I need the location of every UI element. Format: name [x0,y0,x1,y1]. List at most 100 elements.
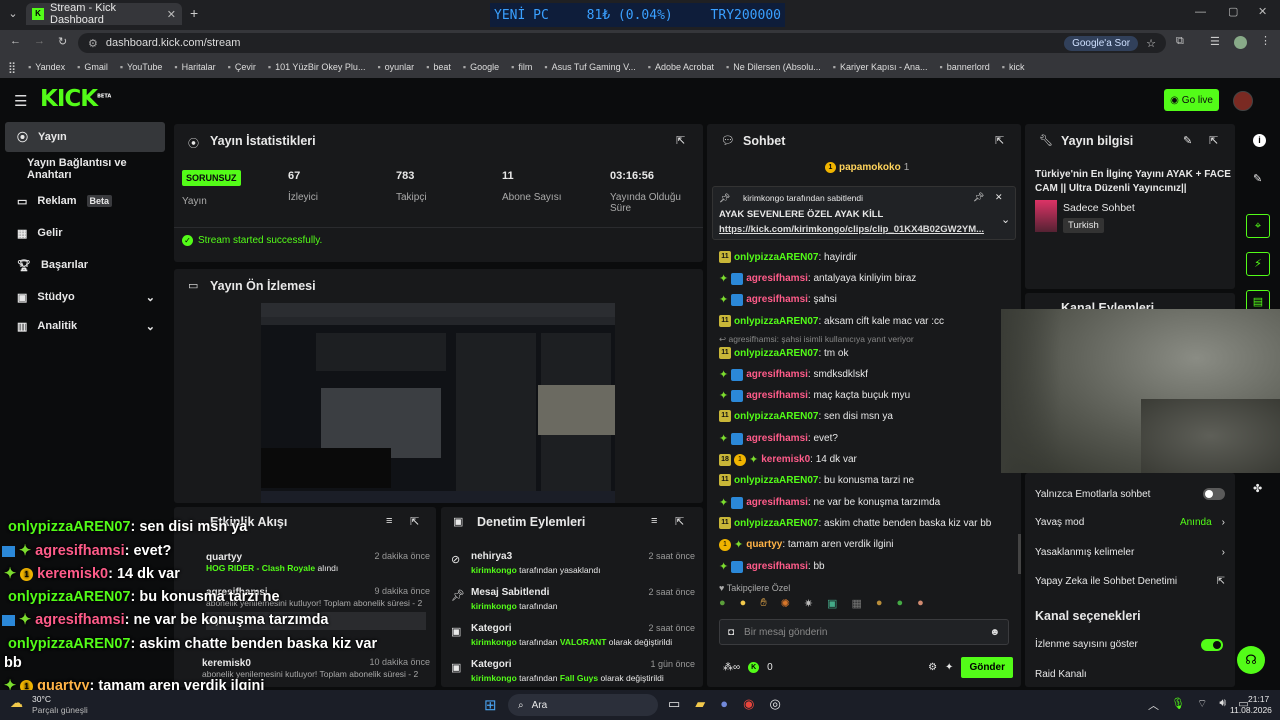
stream-preview-video[interactable] [261,303,615,503]
reload-icon[interactable]: ↻ [58,35,67,48]
chat-message[interactable]: ✦ agresifhamsi: ne var be konuşma tarzımd… [719,496,940,509]
bookmark-item[interactable]: ▪ beat [426,62,451,72]
sidebar-item-analitik[interactable]: ▥ Analitik ⌄ [5,314,165,332]
chat-message[interactable]: ✦ agresifhamsi: smdksdklskf [719,368,868,381]
bookmark-item[interactable]: ▪ Kariyer Kapısı - Ana... [833,62,928,72]
browser-menu-icon[interactable]: ⋮ [1260,34,1271,47]
popout-icon[interactable]: ⇱ [410,515,419,528]
popout-icon[interactable]: ⇱ [1209,134,1218,147]
emote-gif-icon[interactable]: ▣ [827,597,837,610]
filter-icon[interactable]: ≡ [386,515,392,527]
tab-search-icon[interactable]: ⌄ [6,7,20,20]
chat-username[interactable]: onlypizzaAREN07 [734,316,818,327]
go-live-button[interactable]: ◉ Go live [1164,89,1219,111]
tray-chevron-icon[interactable]: ︿ [1148,697,1159,713]
site-info-icon[interactable]: ⚙ [88,37,98,50]
chat-username[interactable]: onlypizzaAREN07 [734,518,818,529]
info-icon[interactable]: i [1253,134,1266,147]
popout-icon[interactable]: ⇱ [676,134,685,147]
emote-frog-icon[interactable]: ● [719,597,726,610]
chat-scrollbar[interactable] [1018,534,1021,574]
mod-tools-icon[interactable]: ⁂∞ [723,662,740,673]
task-view-icon[interactable]: ▭ [668,696,680,712]
sidebar-item-stream-key[interactable]: Yayın Bağlantısı ve Anahtarı [5,154,165,184]
bookmark-item[interactable]: ▪ kick [1002,62,1025,72]
edit-icon[interactable]: ✎ [1253,172,1262,185]
chat-message[interactable]: ✦ agresifhamsi: maç kaçta buçuk myu [719,389,910,402]
bookmark-item[interactable]: ▪ film [511,62,532,72]
chat-username[interactable]: onlypizzaAREN07 [734,252,818,263]
clock-time[interactable]: 21:17 [1248,694,1269,704]
popout-icon[interactable]: ⇱ [995,134,1004,147]
chat-username[interactable]: agresifhamsi [746,433,808,444]
channel-setting-row[interactable]: Yavaş mod Anında › [1035,517,1225,528]
close-tab-icon[interactable]: ✕ [167,8,176,21]
chat-message[interactable]: ✦ agresifhamsi: antalyaya kinliyim biraz [719,272,916,285]
network-icon[interactable]: ⌔ [1197,697,1207,713]
chat-message[interactable]: 11 onlypizzaAREN07: aksam cift kale mac v… [719,315,944,327]
forward-icon[interactable]: → [34,35,45,47]
bookmark-item[interactable]: ▪ oyunlar [377,62,414,72]
send-button[interactable]: Gönder [961,657,1013,678]
chat-username[interactable]: onlypizzaAREN07 [734,348,818,359]
browser-tab[interactable]: K Stream - Kick Dashboard ✕ [26,2,182,26]
minimize-icon[interactable]: — [1195,6,1206,18]
pinned-message[interactable]: 📌︎ kirimkongo tarafından sabitlendi 📌︎ ✕… [712,186,1016,240]
emote-face-icon[interactable]: ● [917,597,924,610]
taskbar-search[interactable]: ⌕ Ara [508,694,658,716]
emote-fire-icon[interactable]: ✺ [781,597,790,610]
emote-loading-icon[interactable]: ✷ [804,597,813,610]
hamburger-menu-icon[interactable]: ☰ [14,92,27,110]
apps-grid-icon[interactable]: ⣿ [8,61,16,74]
emoji-icon[interactable]: ☻ [989,627,1000,638]
chat-settings-icon[interactable]: ◘ [728,627,734,638]
bookmark-star-icon[interactable]: ☆ [1146,37,1156,50]
channel-setting-row[interactable]: Yapay Zeka ile Sohbet Denetimi ⇱ [1035,576,1225,587]
bookmark-item[interactable]: ▪ Ne Dilersen (Absolu... [726,62,821,72]
file-explorer-icon[interactable]: ▰ [695,696,705,712]
url-field[interactable]: ⚙ dashboard.kick.com/stream Google'a Sor… [78,33,1166,53]
user-avatar[interactable] [1233,91,1253,111]
bookmark-item[interactable]: ▪ 101 YüzBir Okey Plu... [268,62,366,72]
chat-username[interactable]: keremisk0 [761,454,810,465]
sidebar-item-studyo[interactable]: ▣ Stüdyo ⌄ [5,282,165,312]
channel-setting-row[interactable]: Yasaklanmış kelimeler › [1035,547,1225,558]
discord-icon[interactable]: ● [720,696,728,712]
chat-username[interactable]: agresifhamsi [746,369,808,380]
sidebar-item-gelir[interactable]: ▦ Gelir [5,218,165,248]
bookmark-item[interactable]: ▪ Çevir [228,62,256,72]
chat-message[interactable]: 11 onlypizzaAREN07: tm ok [719,347,848,359]
volume-icon[interactable]: 🔊︎ [1219,697,1226,713]
reading-list-icon[interactable]: ☰ [1210,35,1220,48]
chat-username[interactable]: agresifhamsi [746,561,808,572]
profile-avatar-icon[interactable] [1234,36,1247,49]
chrome-icon[interactable]: ◉ [743,696,754,712]
gear-icon[interactable]: ⚙ [928,662,937,673]
emote-picker-icon[interactable]: ✦ [945,662,953,673]
emote-hand-icon[interactable]: ✋︎ [760,597,766,610]
close-icon[interactable]: ✕ [995,192,1003,203]
bookmark-item[interactable]: ▪ YouTube [120,62,163,72]
support-chat-icon[interactable]: ☊ [1237,646,1265,674]
sidebar-item-yayin[interactable]: ⦿ Yayın [5,122,165,152]
chat-username[interactable]: agresifhamsi [746,273,808,284]
bookmark-item[interactable]: ▪ bannerlord [940,62,990,72]
bookmark-item[interactable]: ▪ Haritalar [174,62,215,72]
clock-date[interactable]: 11.08.2026 [1230,705,1272,715]
bookmark-item[interactable]: ▪ Gmail [77,62,108,72]
bookmark-item[interactable]: ▪ Yandex [28,62,65,72]
start-icon[interactable]: ⊞ [484,696,497,714]
back-icon[interactable]: ← [10,35,21,47]
view-count-toggle[interactable] [1201,639,1223,651]
chat-username[interactable]: quartyy [746,539,782,550]
chat-username[interactable]: agresifhamsi [746,390,808,401]
obs-icon[interactable]: ◎ [770,696,781,712]
pinned-link[interactable]: https://kick.com/kirimkongo/clips/clip_0… [719,224,984,235]
mic-icon[interactable]: 🎙︎ [1171,697,1185,713]
google-ask-button[interactable]: Google'a Sor [1064,35,1139,51]
kick-logo[interactable]: KICKBETA [40,86,111,112]
chat-message[interactable]: ✦ agresifhamsi: evet? [719,432,838,445]
filter-icon[interactable]: ≡ [651,515,657,527]
sidebar-item-reklam[interactable]: ▭ Reklam Beta [5,186,165,216]
sidebar-item-basarilar[interactable]: 🏆︎ Başarılar [5,250,165,280]
